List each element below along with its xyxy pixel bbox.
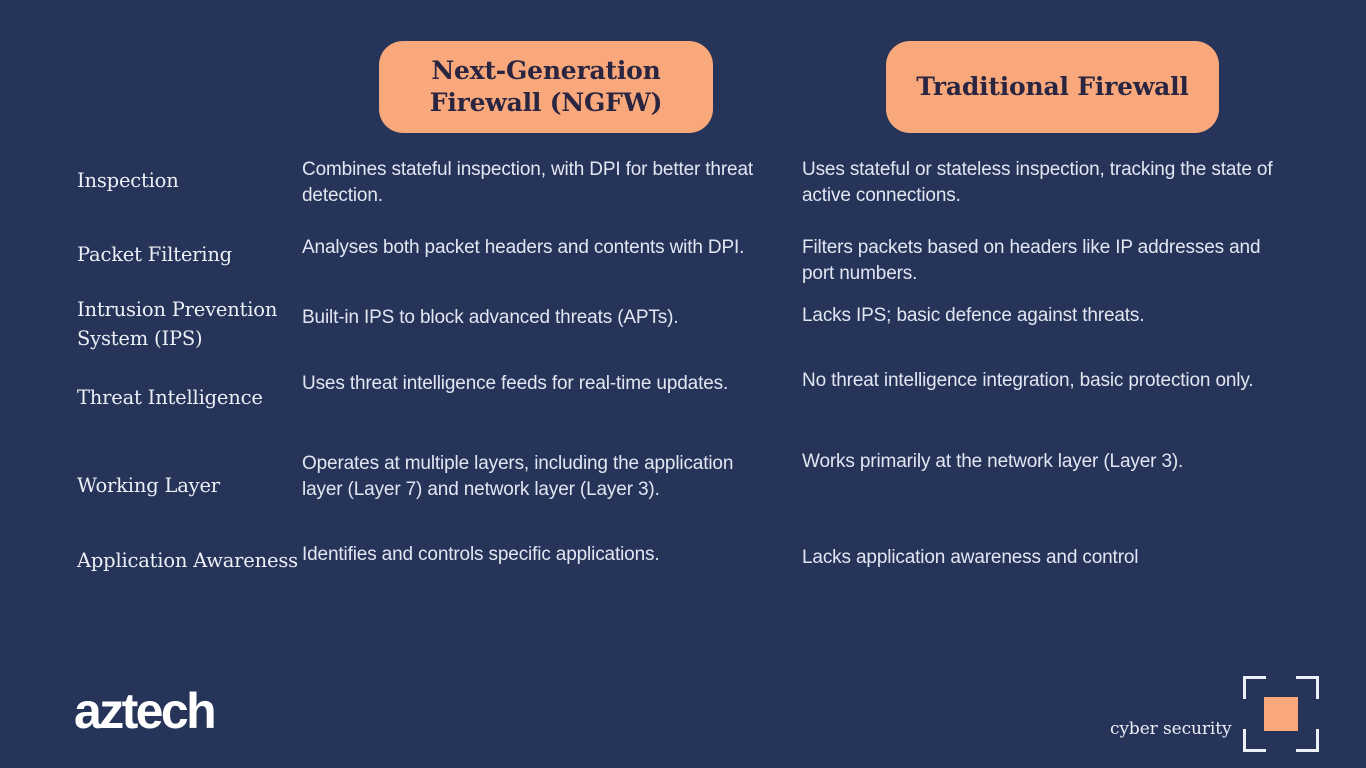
row-cell-ngfw-threat-intelligence: Uses threat intelligence feeds for real-… <box>302 362 802 397</box>
column-header-traditional-text: Traditional Firewall <box>916 72 1189 101</box>
column-header-ngfw-text: Next-Generation Firewall (NGFW) <box>429 55 663 119</box>
row-cell-text: Operates at multiple layers, including t… <box>302 453 734 501</box>
crop-frame-corner-top-left <box>1243 676 1267 699</box>
row-cell-ngfw-packet-filtering: Analyses both packet headers and content… <box>302 224 802 261</box>
row-label-intrusion-prevention-system: Intrusion Prevention System (IPS) <box>77 298 278 350</box>
table-row: Working Layer Operates at multiple layer… <box>0 441 1366 533</box>
crop-frame-corner-bottom-left <box>1243 729 1267 752</box>
row-cell-text: Uses threat intelligence feeds for real-… <box>302 373 729 394</box>
row-cell-text: Filters packets based on headers like IP… <box>802 237 1261 285</box>
table-row: Application Awareness Identifies and con… <box>0 533 1366 593</box>
crop-frame-corner-bottom-right <box>1296 729 1320 752</box>
row-cell-traditional-threat-intelligence: No threat intelligence integration, basi… <box>802 362 1302 394</box>
row-cell-ngfw-inspection: Combines stateful inspection, with DPI f… <box>302 147 802 209</box>
row-cell-traditional-application-awareness: Lacks application awareness and control <box>802 533 1302 571</box>
row-cell-text: No threat intelligence integration, basi… <box>802 370 1254 391</box>
row-cell-text: Lacks IPS; basic defence against threats… <box>802 305 1145 326</box>
row-cell-traditional-working-layer: Works primarily at the network layer (La… <box>802 441 1302 475</box>
row-cell-ngfw-ips: Built-in IPS to block advanced threats (… <box>302 285 802 331</box>
comparison-table: Inspection Combines stateful inspection,… <box>0 147 1366 593</box>
crop-frame-icon <box>1243 676 1320 752</box>
row-cell-traditional-inspection: Uses stateful or stateless inspection, t… <box>802 147 1302 209</box>
row-cell-text: Works primarily at the network layer (La… <box>802 451 1184 472</box>
cyber-security-badge: cyber security <box>1110 668 1322 754</box>
row-label-packet-filtering: Packet Filtering <box>77 243 232 266</box>
row-cell-text: Identifies and controls specific applica… <box>302 544 660 565</box>
column-header-ngfw-line1: Next-Generation <box>431 56 661 85</box>
table-row: Threat Intelligence Uses threat intellig… <box>0 362 1366 441</box>
column-header-ngfw: Next-Generation Firewall (NGFW) <box>379 41 713 133</box>
row-label-application-awareness: Application Awareness <box>77 549 298 572</box>
row-label-threat-intelligence: Threat Intelligence <box>77 386 263 409</box>
crop-frame-corner-top-right <box>1296 676 1320 699</box>
row-label-inspection: Inspection <box>77 169 179 192</box>
row-cell-text: Analyses both packet headers and content… <box>302 237 745 258</box>
crop-frame-square-icon <box>1264 697 1299 731</box>
row-cell-text: Uses stateful or stateless inspection, t… <box>802 159 1273 207</box>
row-cell-ngfw-application-awareness: Identifies and controls specific applica… <box>302 533 802 568</box>
row-cell-text: Lacks application awareness and control <box>802 547 1139 568</box>
row-cell-traditional-ips: Lacks IPS; basic defence against threats… <box>802 285 1302 329</box>
row-cell-ngfw-working-layer: Operates at multiple layers, including t… <box>302 441 802 503</box>
column-header-ngfw-line2: Firewall (NGFW) <box>429 88 663 117</box>
table-row: Packet Filtering Analyses both packet he… <box>0 224 1366 285</box>
table-row: Intrusion Prevention System (IPS) Built-… <box>0 285 1366 362</box>
row-label-working-layer: Working Layer <box>77 474 220 497</box>
column-header-traditional: Traditional Firewall <box>886 41 1219 133</box>
slide-canvas: Next-Generation Firewall (NGFW) Traditio… <box>0 0 1366 768</box>
row-cell-text: Combines stateful inspection, with DPI f… <box>302 159 753 207</box>
cyber-security-label: cyber security <box>1110 719 1232 739</box>
row-cell-text: Built-in IPS to block advanced threats (… <box>302 307 679 328</box>
table-row: Inspection Combines stateful inspection,… <box>0 147 1366 224</box>
aztech-logo: aztech <box>74 683 217 739</box>
row-cell-traditional-packet-filtering: Filters packets based on headers like IP… <box>802 224 1302 287</box>
